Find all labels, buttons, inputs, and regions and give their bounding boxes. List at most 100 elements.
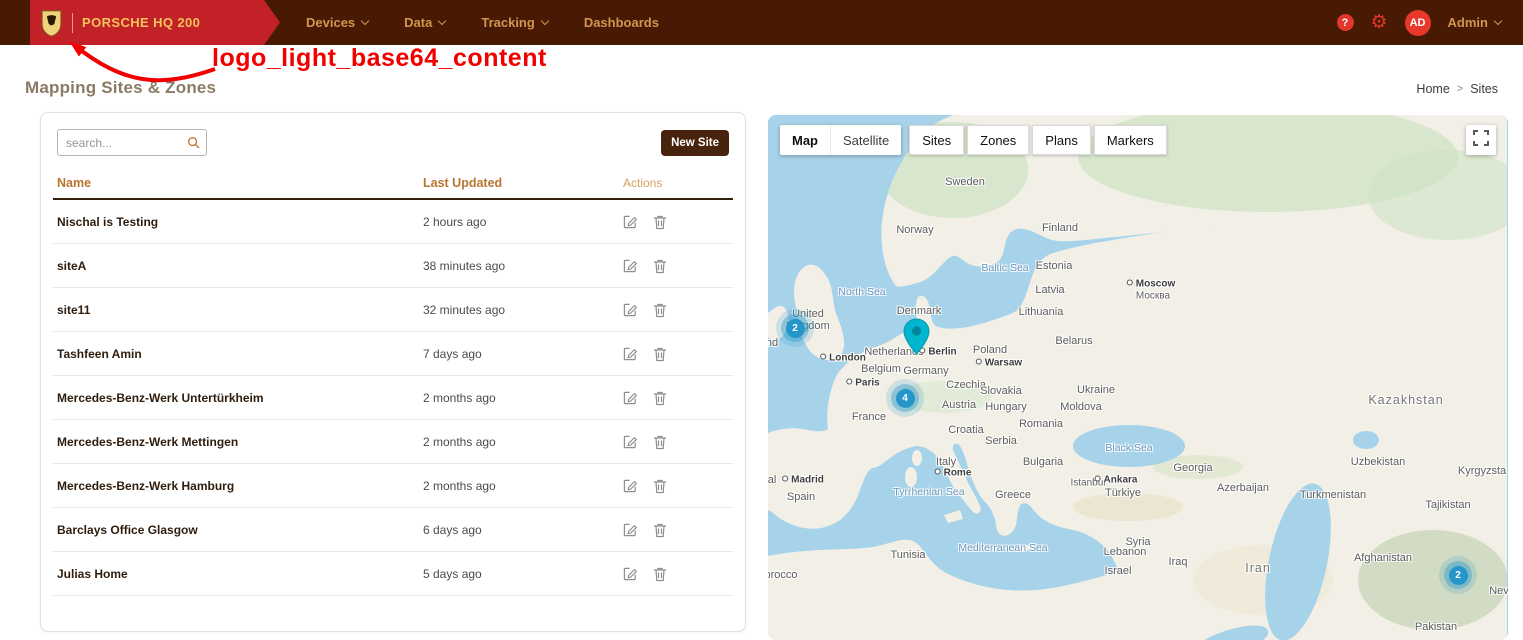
site-name: Mercedes-Benz-Werk Mettingen [57,435,423,449]
site-updated: 7 days ago [423,347,623,361]
help-icon[interactable]: ? [1337,14,1354,31]
nav-item-tracking[interactable]: Tracking [481,15,547,30]
map-layer-button-plans[interactable]: Plans [1032,125,1091,155]
edit-icon[interactable] [623,346,638,361]
edit-icon[interactable] [623,522,638,537]
delete-icon[interactable] [653,566,667,582]
site-name: site11 [57,303,423,317]
site-name: Mercedes-Benz-Werk Hamburg [57,479,423,493]
delete-icon[interactable] [653,258,667,274]
page-title: Mapping Sites & Zones [25,78,216,98]
sites-table-body: Nischal is Testing 2 hours ago siteA [53,200,733,596]
site-name: Mercedes-Benz-Werk Untertürkheim [57,391,423,405]
map-layer-button-sites[interactable]: Sites [909,125,964,155]
site-name: Nischal is Testing [57,215,423,229]
map-controls: Map Satellite SitesZonesPlansMarkers [780,125,1167,155]
chevron-down-icon [438,17,446,25]
header-right: ? ⚙ AD Admin [1337,10,1502,36]
search-input[interactable] [57,129,207,156]
map-type-map-button[interactable]: Map [780,125,830,155]
table-row[interactable]: Mercedes-Benz-Werk Hamburg 2 months ago [53,464,733,508]
site-actions [623,522,733,538]
site-name: Tashfeen Amin [57,347,423,361]
breadcrumb: Home > Sites [1416,82,1498,96]
fullscreen-button[interactable] [1466,125,1496,155]
breadcrumb-separator: > [1457,83,1463,95]
cluster-marker[interactable]: 2 [1439,556,1477,594]
nav-item-devices[interactable]: Devices [306,15,368,30]
map-markers: 2 4 2 [768,115,1508,640]
site-actions [623,390,733,406]
delete-icon[interactable] [653,302,667,318]
map-type-satellite-button[interactable]: Satellite [830,125,901,155]
gear-icon[interactable]: ⚙ [1371,13,1388,32]
breadcrumb-home[interactable]: Home [1416,82,1449,96]
edit-icon[interactable] [623,434,638,449]
edit-icon[interactable] [623,258,638,273]
chevron-down-icon [1494,17,1502,25]
delete-icon[interactable] [653,214,667,230]
annotation-label: logo_light_base64_content [212,44,547,73]
site-name: siteA [57,259,423,273]
breadcrumb-current: Sites [1470,82,1498,96]
map-pin[interactable] [903,318,930,360]
cluster-marker[interactable]: 2 [776,309,814,347]
delete-icon[interactable] [653,522,667,538]
edit-icon[interactable] [623,478,638,493]
edit-icon[interactable] [623,302,638,317]
table-row[interactable]: Tashfeen Amin 7 days ago [53,332,733,376]
chevron-down-icon [541,17,549,25]
new-site-button[interactable]: New Site [661,130,729,156]
brand-title: PORSCHE HQ 200 [82,15,200,30]
chevron-down-icon [361,17,369,25]
nav-item-label: Devices [306,15,355,30]
table-header: Name Last Updated Actions [53,168,733,200]
site-actions [623,346,733,362]
nav-item-label: Tracking [481,15,534,30]
site-updated: 6 days ago [423,523,623,537]
site-updated: 2 months ago [423,479,623,493]
table-row[interactable]: Julias Home 5 days ago [53,552,733,596]
site-actions [623,258,733,274]
fullscreen-icon [1473,130,1489,151]
admin-menu[interactable]: Admin [1448,15,1501,30]
table-row[interactable]: site11 32 minutes ago [53,288,733,332]
sites-panel: New Site Name Last Updated Actions Nisch… [40,112,746,632]
edit-icon[interactable] [623,566,638,581]
porsche-logo-icon[interactable] [40,9,63,37]
table-row[interactable]: Nischal is Testing 2 hours ago [53,200,733,244]
edit-icon[interactable] [623,390,638,405]
site-updated: 2 months ago [423,391,623,405]
map-layer-button-markers[interactable]: Markers [1094,125,1167,155]
site-actions [623,434,733,450]
map-layer-button-zones[interactable]: Zones [967,125,1029,155]
table-row[interactable]: Mercedes-Benz-Werk Mettingen 2 months ag… [53,420,733,464]
table-row[interactable]: Mercedes-Benz-Werk Untertürkheim 2 month… [53,376,733,420]
map-type-toggle: Map Satellite [780,125,901,155]
nav-item-dashboards[interactable]: Dashboards [584,15,659,30]
brand-divider [72,13,73,33]
main-nav: Devices Data Tracking Dashboards [306,15,659,30]
app-root: PORSCHE HQ 200 Devices Data Tracking Dashbo… [0,0,1523,640]
table-row[interactable]: siteA 38 minutes ago [53,244,733,288]
sites-toolbar: New Site [41,113,745,164]
site-actions [623,214,733,230]
search-wrap [57,129,207,156]
site-updated: 32 minutes ago [423,303,623,317]
admin-label: Admin [1448,15,1488,30]
col-last-updated: Last Updated [423,176,623,190]
delete-icon[interactable] [653,390,667,406]
col-name: Name [57,176,423,190]
map-panel: SwedenNorwayFinlandBaltic SeaEstoniaLatv… [768,115,1508,640]
nav-item-label: Data [404,15,432,30]
site-updated: 2 hours ago [423,215,623,229]
delete-icon[interactable] [653,434,667,450]
delete-icon[interactable] [653,478,667,494]
delete-icon[interactable] [653,346,667,362]
avatar[interactable]: AD [1405,10,1431,36]
nav-item-data[interactable]: Data [404,15,445,30]
cluster-marker[interactable]: 4 [886,379,924,417]
site-name: Barclays Office Glasgow [57,523,423,537]
table-row[interactable]: Barclays Office Glasgow 6 days ago [53,508,733,552]
edit-icon[interactable] [623,214,638,229]
